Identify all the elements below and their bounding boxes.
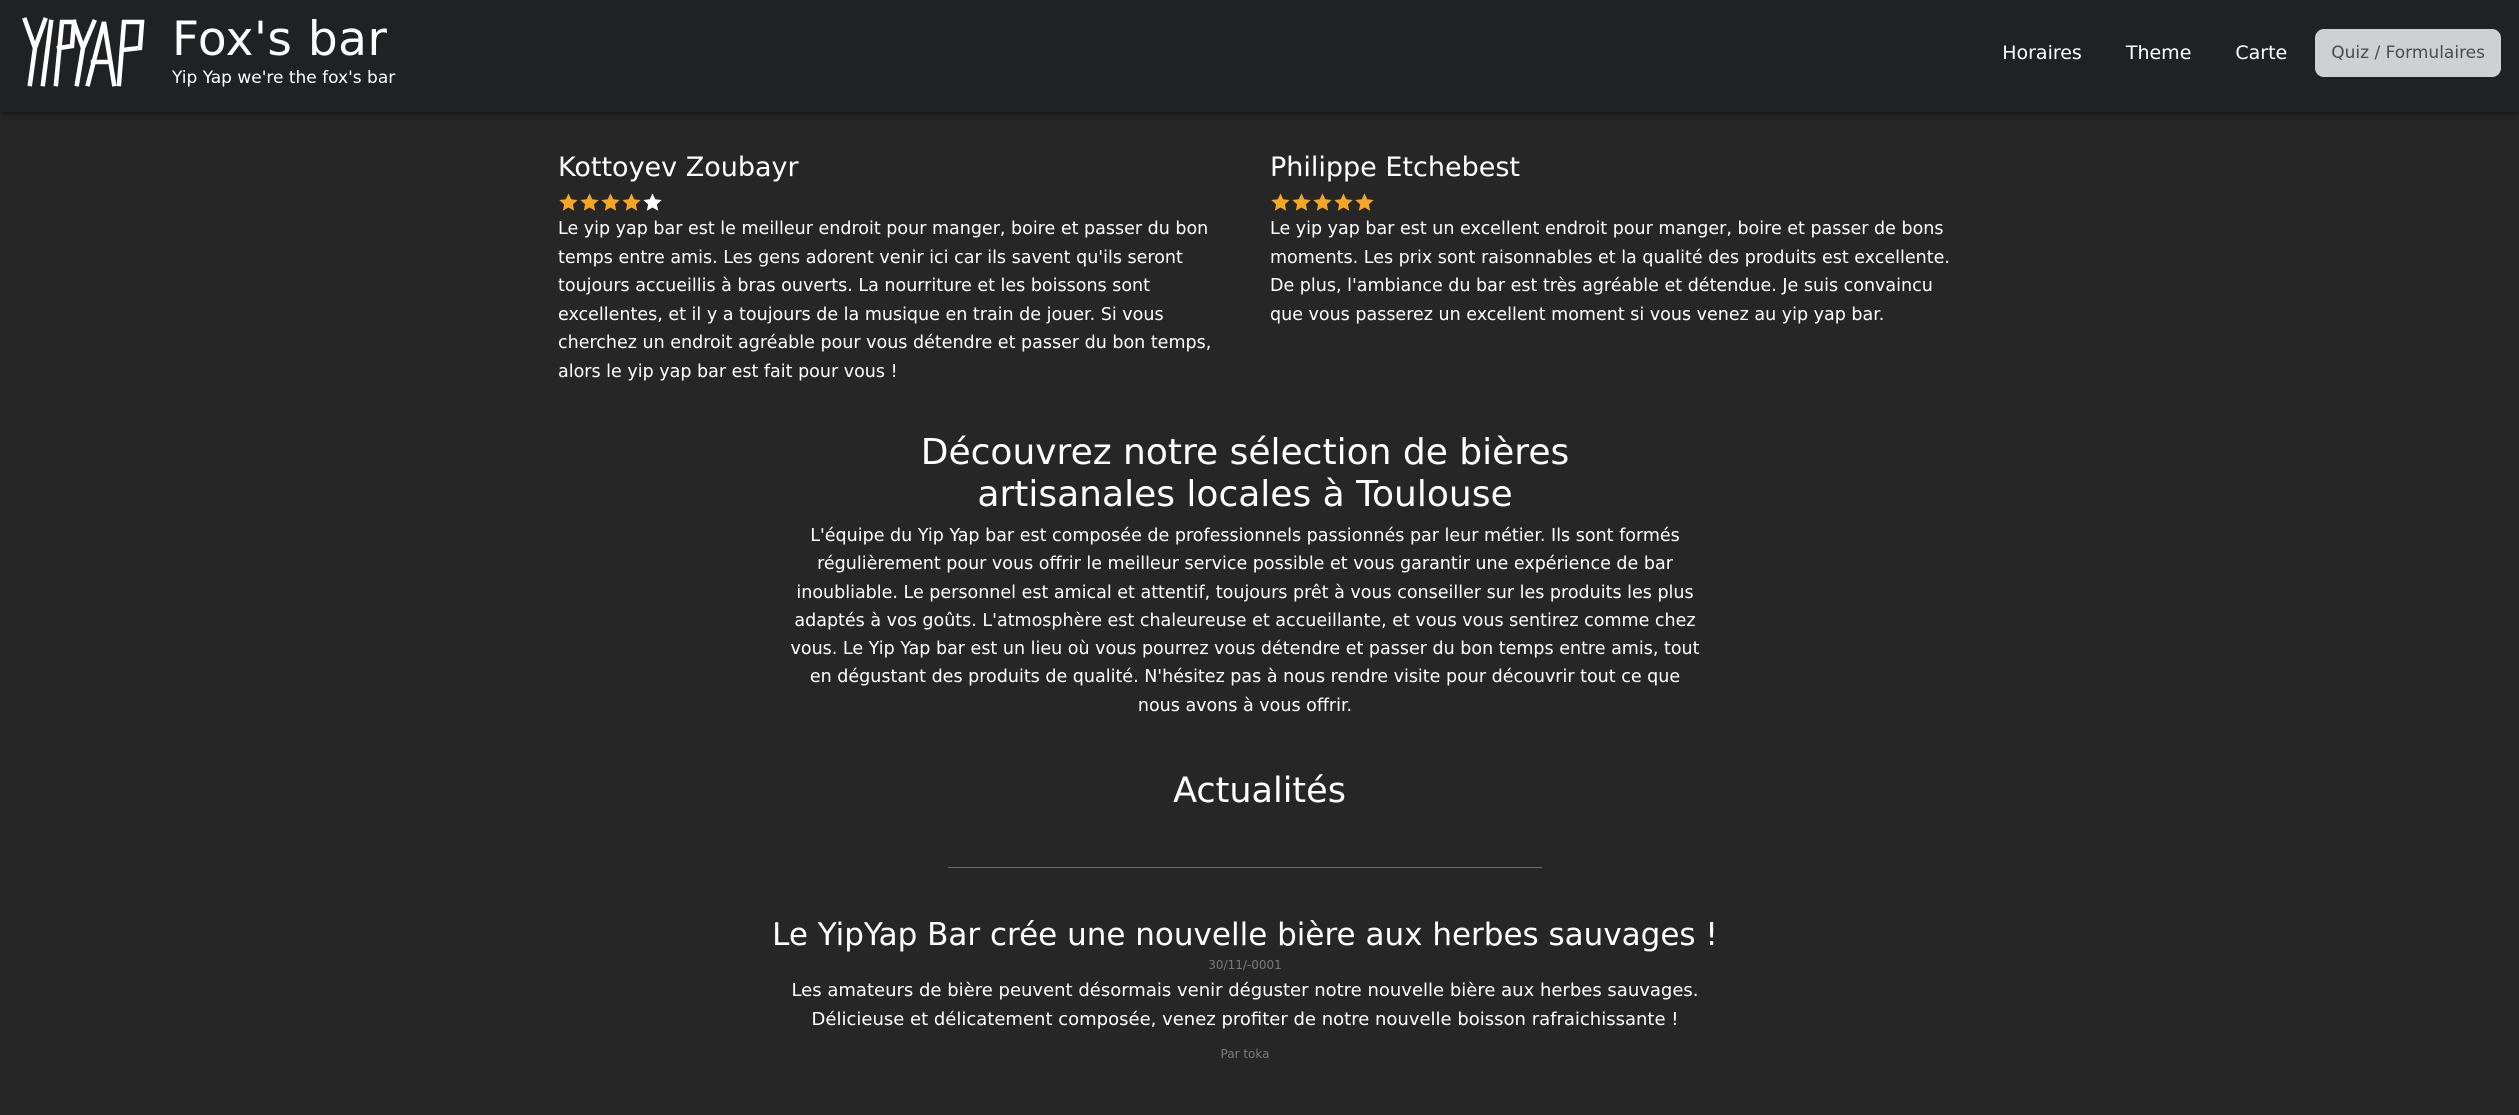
review-card: Kottoyev Zoubayr Le yip yap bar est le m… [558,151,1248,386]
section-title: Découvrez notre sélection de bières arti… [920,432,1570,515]
star-icon [1271,193,1290,211]
article-date: 30/11/-0001 [1208,958,1282,972]
star-rating [558,192,1248,214]
article-text-line: Délicieuse et délicatement composée, ven… [811,1008,1679,1030]
star-rating [1270,192,1960,214]
star-icon [1334,193,1353,211]
news-heading: Actualités [1173,771,1346,811]
quiz-forms-button[interactable]: Quiz / Formulaires [2315,29,2501,77]
star-icon [559,193,578,211]
review-text: Le yip yap bar est le meilleur endroit p… [558,219,1212,382]
star-icon [643,193,662,211]
star-icon [601,193,620,211]
review-card: Philippe Etchebest Le yip yap bar est un… [1270,151,1960,329]
divider [948,867,1542,868]
star-icon [1355,193,1374,211]
site-subtitle: Yip Yap we're the fox's bar [172,68,396,88]
review-author: Kottoyev Zoubayr [558,152,799,183]
nav-theme-link[interactable]: Theme [2126,29,2192,77]
craft-beer-section: Découvrez notre sélection de bières arti… [790,432,1700,720]
article-title[interactable]: Le YipYap Bar crée une nouvelle bière au… [660,915,1830,955]
star-icon [622,193,641,211]
star-icon [1292,193,1311,211]
review-text: Le yip yap bar est un excellent endroit … [1270,219,1950,325]
article-author: Par toka [1220,1047,1270,1061]
star-icon [1313,193,1332,211]
nav-horaires-link[interactable]: Horaires [2002,29,2082,77]
article-text-line: Les amateurs de bière peuvent désormais … [791,980,1699,1001]
review-author: Philippe Etchebest [1270,152,1520,183]
nav-carte-link[interactable]: Carte [2235,29,2287,77]
site-title: Fox's bar [172,12,388,67]
section-text: L'équipe du Yip Yap bar est composée de … [790,526,1700,716]
star-icon [580,193,599,211]
brand[interactable]: Fox's bar Yip Yap we're the fox's bar [22,16,395,88]
main-nav: Horaires Theme Carte Quiz / Formulaires [1958,29,2501,77]
article-text: Les amateurs de bière peuvent désormais … [660,977,1830,1034]
navbar: Fox's bar Yip Yap we're the fox's bar Ho… [0,0,2519,112]
yipyap-logo[interactable] [22,16,150,88]
news-article: Le YipYap Bar crée une nouvelle bière au… [660,915,1830,1061]
